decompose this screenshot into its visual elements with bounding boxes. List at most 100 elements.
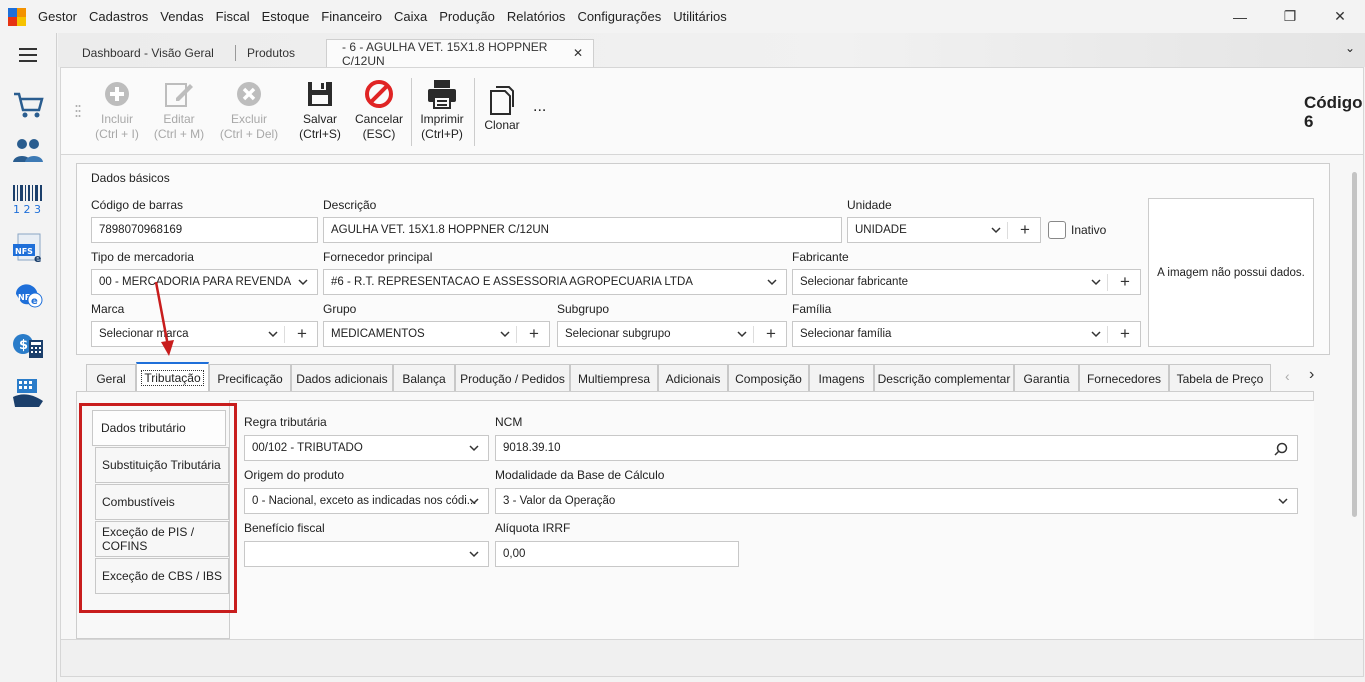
chevron-down-icon[interactable] (766, 276, 778, 288)
editar-shortcut: (Ctrl + M) (153, 127, 205, 141)
close-tab-icon[interactable]: ✕ (573, 46, 583, 60)
tab-multiempresa[interactable]: Multiempresa (570, 364, 658, 392)
tab-dashboard[interactable]: Dashboard - Visão Geral (58, 39, 236, 67)
shopping-cart-icon[interactable] (10, 87, 46, 123)
fabricante-select[interactable]: Selecionar fabricante + (792, 269, 1141, 295)
marca-select[interactable]: Selecionar marca + (91, 321, 318, 347)
tab-product-detail[interactable]: - 6 - AGULHA VET. 15X1.8 HOPPNER C/12UN … (326, 39, 594, 68)
editar-label: Editar (163, 112, 195, 126)
menu-utilitarios[interactable]: Utilitários (667, 9, 732, 24)
people-icon[interactable] (10, 132, 46, 168)
incluir-button[interactable]: Incluir (Ctrl + I) (94, 78, 140, 142)
tab-adicionais[interactable]: Adicionais (658, 364, 728, 392)
add-familia-icon[interactable]: + (1116, 325, 1134, 343)
unidade-select[interactable]: UNIDADE + (847, 217, 1041, 243)
codigo-barras-value: 7898070968169 (99, 224, 183, 236)
tab-producao-pedidos[interactable]: Produção / Pedidos (455, 364, 570, 392)
salvar-button[interactable]: Salvar (Ctrl+S) (297, 78, 343, 142)
imprimir-button[interactable]: Imprimir (Ctrl+P) (415, 78, 469, 142)
add-grupo-icon[interactable]: + (525, 325, 543, 343)
vertical-scrollbar[interactable] (1352, 172, 1357, 517)
tab-garantia[interactable]: Garantia (1014, 364, 1079, 392)
chevron-down-icon[interactable] (1090, 328, 1102, 340)
menu-financeiro[interactable]: Financeiro (315, 9, 388, 24)
menu-app[interactable]: Gestor (32, 9, 83, 24)
tabs-prev-icon[interactable]: ‹ (1285, 368, 1290, 384)
tab-composicao[interactable]: Composição (728, 364, 809, 392)
minimize-icon[interactable]: — (1215, 0, 1265, 33)
tabs-next-icon[interactable]: › (1309, 366, 1314, 384)
origem-produto-select[interactable]: 0 - Nacional, exceto as indicadas nos có… (244, 488, 489, 514)
svg-text:e: e (31, 296, 38, 307)
tab-balanca[interactable]: Balança (393, 364, 455, 392)
tab-imagens[interactable]: Imagens (809, 364, 874, 392)
tipo-mercadoria-select[interactable]: 00 - MERCADORIA PARA REVENDA (91, 269, 318, 295)
cash-register-icon[interactable] (10, 374, 46, 410)
add-subgrupo-icon[interactable]: + (762, 325, 780, 343)
print-icon (415, 78, 469, 110)
tab-precificacao[interactable]: Precificação (209, 364, 291, 392)
svg-text:1 2 3: 1 2 3 (13, 203, 41, 215)
menu-caixa[interactable]: Caixa (388, 9, 433, 24)
add-fabricante-icon[interactable]: + (1116, 273, 1134, 291)
tab-fornecedores[interactable]: Fornecedores (1079, 364, 1169, 392)
barcode-icon[interactable]: 1 2 3 (10, 181, 46, 217)
money-calculator-icon[interactable]: $ (10, 326, 46, 362)
descricao-value: AGULHA VET. 15X1.8 HOPPNER C/12UN (331, 224, 549, 236)
aliquota-irrf-input[interactable]: 0,00 (495, 541, 739, 567)
salvar-shortcut: (Ctrl+S) (299, 127, 341, 141)
restore-icon[interactable]: ❐ (1265, 0, 1315, 33)
grupo-select[interactable]: MEDICAMENTOS + (323, 321, 550, 347)
hamburger-menu-icon[interactable] (10, 37, 46, 73)
ncm-input[interactable]: 9018.39.10 (495, 435, 1298, 461)
modalidade-bc-select[interactable]: 3 - Valor da Operação (495, 488, 1298, 514)
chevron-down-icon[interactable] (736, 328, 748, 340)
clonar-button[interactable]: Clonar (481, 84, 523, 133)
menu-cadastros[interactable]: Cadastros (83, 9, 154, 24)
close-window-icon[interactable]: ✕ (1315, 0, 1365, 33)
chevron-down-icon[interactable] (468, 495, 480, 507)
familia-select[interactable]: Selecionar família + (792, 321, 1141, 347)
excluir-button[interactable]: Excluir (Ctrl + Del) (218, 78, 280, 142)
menu-configuracoes[interactable]: Configurações (571, 9, 667, 24)
cancelar-button[interactable]: Cancelar (ESC) (353, 78, 405, 142)
menu-relatorios[interactable]: Relatórios (501, 9, 572, 24)
menu-fiscal[interactable]: Fiscal (210, 9, 256, 24)
nfe-icon[interactable]: NF e (10, 278, 46, 314)
tab-geral[interactable]: Geral (86, 364, 136, 392)
drag-handle-icon[interactable] (75, 104, 81, 118)
add-marca-icon[interactable]: + (293, 325, 311, 343)
beneficio-fiscal-select[interactable] (244, 541, 489, 567)
tab-dados-adicionais[interactable]: Dados adicionais (291, 364, 393, 392)
chevron-down-icon[interactable] (1090, 276, 1102, 288)
menu-vendas[interactable]: Vendas (154, 9, 209, 24)
chevron-down-icon[interactable] (468, 442, 480, 454)
chevron-down-icon[interactable] (297, 276, 309, 288)
product-image-box[interactable]: A imagem não possui dados. (1148, 198, 1314, 347)
chevron-down-icon[interactable] (1277, 495, 1289, 507)
tab-produtos[interactable]: Produtos (223, 39, 328, 67)
descricao-input[interactable]: AGULHA VET. 15X1.8 HOPPNER C/12UN (323, 217, 842, 243)
menu-estoque[interactable]: Estoque (256, 9, 316, 24)
inativo-checkbox[interactable] (1048, 221, 1066, 239)
status-bar (60, 639, 1364, 677)
tab-tabela-preco[interactable]: Tabela de Preço (1169, 364, 1271, 392)
tab-tributacao[interactable]: Tributação (136, 362, 209, 392)
chevron-down-icon[interactable] (499, 328, 511, 340)
chevron-down-icon[interactable] (468, 548, 480, 560)
codigo-barras-input[interactable]: 7898070968169 (91, 217, 318, 243)
chevron-down-icon[interactable] (990, 224, 1002, 236)
tab-descricao-complementar[interactable]: Descrição complementar (874, 364, 1014, 392)
fornecedor-select[interactable]: #6 - R.T. REPRESENTACAO E ASSESSORIA AGR… (323, 269, 787, 295)
codigo-barras-label: Código de barras (91, 198, 184, 212)
tabs-dropdown-chevron-icon[interactable]: ⌄ (1345, 41, 1355, 55)
subgrupo-select[interactable]: Selecionar subgrupo + (557, 321, 787, 347)
add-unidade-icon[interactable]: + (1016, 221, 1034, 239)
search-icon[interactable] (1274, 442, 1288, 456)
more-options-icon[interactable]: ... (533, 98, 546, 116)
chevron-down-icon[interactable] (267, 328, 279, 340)
editar-button[interactable]: Editar (Ctrl + M) (152, 78, 206, 142)
regra-tributaria-select[interactable]: 00/102 - TRIBUTADO (244, 435, 489, 461)
menu-producao[interactable]: Produção (433, 9, 501, 24)
nfse-icon[interactable]: NFS e (10, 230, 46, 266)
